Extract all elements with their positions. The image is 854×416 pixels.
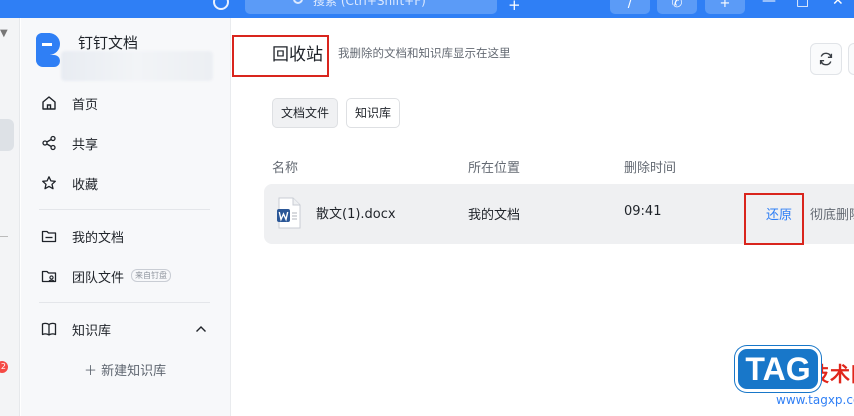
sidebar-item-share[interactable]: 共享	[21, 127, 230, 159]
page-description: 我删除的文档和知识库显示在这里	[338, 46, 511, 60]
search-icon	[293, 0, 303, 4]
add-contact-icon[interactable]: +	[508, 0, 521, 13]
refresh-button[interactable]	[810, 43, 842, 75]
more-button[interactable]	[848, 43, 854, 75]
dingtalk-docs-logo-icon	[36, 33, 64, 67]
delete-forever-button[interactable]: 彻底删除	[810, 204, 854, 223]
deleted-time: 09:41	[624, 204, 662, 219]
watermark-url: www.tagxp.com	[776, 393, 854, 407]
column-header-location: 所在位置	[468, 161, 521, 176]
sidebar-item-label: 团队文件	[72, 271, 125, 286]
watermark-logo: TAG	[735, 346, 821, 392]
sidebar-item-label: 首页	[72, 98, 99, 113]
caret-down-icon[interactable]: ▼	[0, 28, 8, 39]
column-header-deleted-time: 删除时间	[624, 161, 677, 176]
title-bar: 搜索 (Ctrl+Shift+F) + / ✆ + — □ ✕	[0, 0, 854, 18]
history-clock-icon[interactable]	[213, 0, 229, 10]
sidebar-divider	[39, 302, 210, 303]
refresh-icon	[819, 52, 833, 66]
file-name[interactable]: 散文(1).docx	[316, 203, 396, 222]
annotation-highlight-box	[744, 193, 804, 245]
chevron-up-icon[interactable]	[193, 321, 209, 337]
star-icon	[42, 176, 56, 190]
call-button[interactable]: ✆	[657, 0, 697, 14]
file-location: 我的文档	[468, 208, 521, 223]
sidebar-divider	[39, 209, 210, 210]
sidebar-item-favorites[interactable]: 收藏	[21, 167, 230, 199]
folder-icon	[41, 230, 57, 243]
tab-doc-files[interactable]: 文档文件	[272, 98, 339, 128]
edit-button[interactable]: /	[610, 0, 650, 14]
sidebar-item-label: 收藏	[72, 178, 99, 193]
sidebar-item-label: 我的文档	[72, 231, 125, 246]
create-button[interactable]: +	[705, 0, 745, 14]
tab-knowledge-base[interactable]: 知识库	[346, 98, 401, 128]
sidebar-item-home[interactable]: 首页	[21, 87, 230, 119]
new-knowledge-base-button[interactable]: ＋ 新建知识库	[84, 360, 166, 379]
column-header-name: 名称	[272, 161, 299, 176]
table-row[interactable]: 散文(1).docx 我的文档 09:41 还原 彻底删除	[264, 184, 854, 245]
share-icon	[42, 135, 56, 151]
sidebar-item-label: 共享	[72, 138, 99, 153]
app-nav-strip: ▼ 2	[0, 18, 20, 416]
sidebar-item-label: 知识库	[72, 324, 112, 339]
sidebar-item-my-docs[interactable]: 我的文档	[21, 220, 230, 252]
sidebar: 钉钉文档 首页 共享 收藏 我的文档 团队文件 来自钉盘 知识库 ＋ 新建知识库	[21, 18, 231, 416]
book-icon	[41, 322, 57, 336]
word-doc-icon	[277, 197, 301, 229]
minimize-icon[interactable]: —	[762, 0, 776, 8]
close-icon[interactable]: ✕	[832, 0, 844, 8]
home-icon	[42, 96, 56, 110]
search-input[interactable]: 搜索 (Ctrl+Shift+F)	[245, 0, 497, 14]
source-tag: 来自钉盘	[131, 269, 171, 282]
search-placeholder: 搜索 (Ctrl+Shift+F)	[313, 0, 426, 8]
strip-divider	[0, 236, 8, 237]
notification-badge: 2	[0, 361, 8, 373]
team-folder-icon	[41, 270, 57, 283]
account-info-blurred[interactable]	[61, 51, 213, 81]
annotation-highlight-box	[232, 35, 329, 77]
maximize-icon[interactable]: □	[796, 0, 809, 8]
sidebar-item-knowledge-base[interactable]: 知识库	[21, 313, 230, 345]
app-title: 钉钉文档	[78, 34, 139, 52]
sidebar-item-team-files[interactable]: 团队文件 来自钉盘	[21, 260, 230, 292]
active-app-indicator[interactable]	[0, 119, 14, 151]
